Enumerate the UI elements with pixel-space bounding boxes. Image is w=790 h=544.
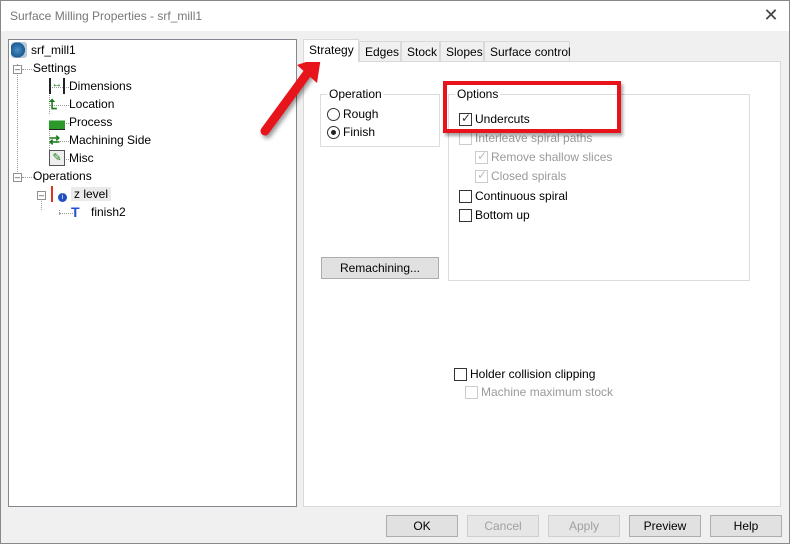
collapse-zlevel-toggle[interactable]: – <box>37 191 46 200</box>
location-icon: ⮤ <box>49 96 58 112</box>
tree-item-operations[interactable]: Operations <box>33 168 92 184</box>
process-icon <box>49 114 65 130</box>
dimensions-icon: ↔ <box>49 78 65 94</box>
tree-item-dimensions[interactable]: ↔ Dimensions <box>49 78 132 94</box>
machining-side-icon: ⇄ <box>49 132 60 147</box>
continuous-spiral-checkbox[interactable]: Continuous spiral <box>459 189 568 203</box>
tree-item-machining-side[interactable]: ⇄ Machining Side <box>49 132 151 148</box>
surface-mill-icon <box>11 42 27 58</box>
tree-item-z-level[interactable]: iz level <box>51 186 112 202</box>
z-level-operation-icon: i <box>51 186 67 202</box>
tree-item-process[interactable]: Process <box>49 114 112 130</box>
ok-button[interactable]: OK <box>386 515 458 537</box>
tab-slopes[interactable]: Slopes <box>440 41 484 61</box>
operation-group: Operation Rough Finish <box>320 87 440 147</box>
collapse-settings-toggle[interactable]: – <box>13 65 22 74</box>
tree-item-settings[interactable]: Settings <box>33 60 76 76</box>
dialog-window: Surface Milling Properties - srf_mill1 ✕… <box>0 0 790 544</box>
closed-spirals-checkbox[interactable]: ✓ Closed spirals <box>475 168 566 183</box>
help-button[interactable]: Help <box>710 515 782 537</box>
annotation-arrow-icon <box>260 57 321 136</box>
tab-stock[interactable]: Stock <box>401 41 440 61</box>
apply-button[interactable]: Apply <box>548 515 620 537</box>
interleave-spiral-checkbox[interactable]: Interleave spiral paths <box>459 131 592 145</box>
window-title: Surface Milling Properties - srf_mill1 <box>10 9 203 23</box>
holder-collision-clipping-checkbox[interactable]: Holder collision clipping <box>454 367 595 381</box>
finish-radio[interactable]: Finish <box>327 125 375 139</box>
tab-strategy[interactable]: Strategy <box>303 39 359 62</box>
misc-notepad-icon: ✎ <box>49 150 65 166</box>
highlight-box <box>443 81 621 133</box>
title-bar: Surface Milling Properties - srf_mill1 ✕ <box>1 1 789 31</box>
tree-item-misc[interactable]: ✎ Misc <box>49 150 94 166</box>
tab-edges[interactable]: Edges <box>359 41 401 61</box>
bottom-up-checkbox[interactable]: Bottom up <box>459 208 530 222</box>
remove-shallow-slices-checkbox[interactable]: ✓ Remove shallow slices <box>475 149 612 164</box>
collapse-operations-toggle[interactable]: – <box>13 173 22 182</box>
tree-item-srf-mill1[interactable]: srf_mill1 <box>11 42 76 58</box>
toolpath-icon: T <box>71 204 80 220</box>
tab-surface-control[interactable]: Surface control <box>484 41 571 61</box>
close-icon[interactable]: ✕ <box>761 5 781 26</box>
rough-radio[interactable]: Rough <box>327 107 378 121</box>
remachining-button[interactable]: Remachining... <box>321 257 439 279</box>
machine-maximum-stock-checkbox[interactable]: Machine maximum stock <box>465 385 613 399</box>
tree-item-location[interactable]: ⮤ Location <box>49 96 114 112</box>
preview-button[interactable]: Preview <box>629 515 701 537</box>
tree-item-finish2[interactable]: Tfinish2 <box>71 204 126 220</box>
cancel-button[interactable]: Cancel <box>467 515 539 537</box>
